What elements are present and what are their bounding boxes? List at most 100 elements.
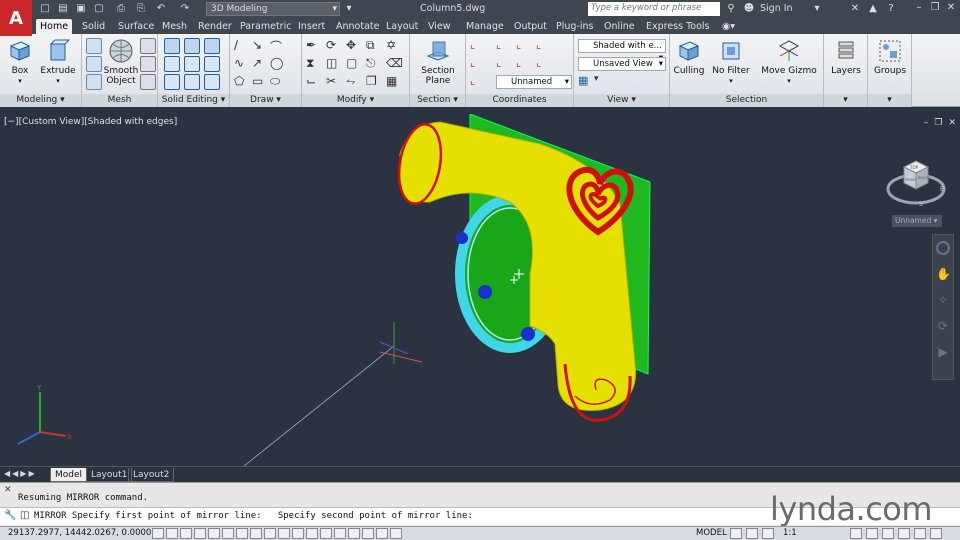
subtract-icon[interactable]	[184, 38, 200, 54]
clean-screen-icon[interactable]	[914, 528, 926, 539]
tab-output[interactable]: Output	[510, 19, 551, 34]
move-gizmo-button[interactable]: Move Gizmo ▾	[760, 38, 818, 86]
tab-manage[interactable]: Manage	[462, 19, 508, 34]
workspace-switch-toggle[interactable]	[376, 528, 388, 539]
mesh-refine-icon[interactable]	[140, 38, 156, 54]
steering-wheel-icon[interactable]	[936, 241, 950, 255]
quick-view-drawings-icon[interactable]	[746, 528, 758, 539]
viewcube[interactable]: TOP FRONT RIGHT E S	[886, 151, 946, 211]
workspace-settings-icon[interactable]	[850, 528, 862, 539]
3d-align-icon[interactable]: ⧉	[366, 38, 382, 54]
tab-mesh[interactable]: Mesh	[158, 19, 191, 34]
mesh-box-icon[interactable]	[86, 38, 102, 54]
tab-scroll-arrows-icon[interactable]: ◀◀▶▶	[4, 469, 37, 478]
3d-object-snap-toggle[interactable]	[236, 528, 248, 539]
restore-icon[interactable]: ❐	[928, 1, 942, 15]
hardware-accel-icon[interactable]	[882, 528, 894, 539]
grid-display-toggle[interactable]	[180, 528, 192, 539]
offset-icon[interactable]: ⧗	[306, 56, 322, 72]
tab-solid[interactable]: Solid	[78, 19, 109, 34]
pan-icon[interactable]: ✋	[936, 267, 951, 281]
orbit-icon[interactable]: ⟳	[936, 319, 950, 333]
3d-move-icon[interactable]: ✥	[346, 38, 362, 54]
ucs-origin-icon[interactable]: ⌞	[516, 38, 532, 54]
tab-online[interactable]: Online	[600, 19, 639, 34]
annotation-scale[interactable]: 1:1	[783, 528, 797, 538]
panel-label-section[interactable]: Section ▾	[410, 94, 465, 107]
print-icon[interactable]: ⎘	[134, 2, 148, 16]
showmotion-icon[interactable]: ▶	[936, 345, 950, 359]
array-icon[interactable]: ▦	[386, 74, 402, 90]
explode-icon[interactable]: ✒	[306, 38, 322, 54]
tab-layout2[interactable]: Layout2	[128, 468, 175, 482]
search-icon[interactable]: ⚲	[724, 2, 738, 16]
arc-icon[interactable]: ⌒	[270, 38, 286, 54]
tab-render[interactable]: Render	[194, 19, 236, 34]
tab-layout[interactable]: Layout	[382, 19, 422, 34]
mesh-crease-icon[interactable]	[140, 56, 156, 72]
user-icon[interactable]: ☻	[742, 2, 756, 16]
ucs-icon[interactable]: ⌞	[470, 38, 486, 54]
visual-style-dropdown[interactable]: Shaded with e...▾	[578, 39, 666, 63]
section-plane-button[interactable]: Section Plane	[416, 38, 460, 86]
infer-constraints-toggle[interactable]	[152, 528, 164, 539]
ucs-follow-toggle[interactable]	[362, 528, 374, 539]
ucs-3point-icon[interactable]: ⌞	[496, 56, 512, 72]
app-menu-button[interactable]: A	[0, 0, 32, 36]
drawing-viewport[interactable]: [−][Custom View][Shaded with edges] – ❐ …	[0, 114, 960, 466]
trim-icon[interactable]: ✂	[326, 74, 342, 90]
sign-in-link[interactable]: Sign In	[760, 3, 793, 14]
minimize-icon[interactable]: –	[912, 1, 926, 15]
3d-rotate-icon[interactable]: ⟳	[326, 38, 342, 54]
polar-tracking-toggle[interactable]	[208, 528, 220, 539]
circle-icon[interactable]: ◯	[270, 56, 286, 72]
viewports-icon[interactable]: ▦	[578, 74, 594, 90]
box-button[interactable]: Box ▾	[0, 38, 40, 86]
ucs-world-icon[interactable]: ⌞	[496, 38, 512, 54]
panel-label-selection[interactable]: Selection	[670, 94, 823, 107]
polygon-icon[interactable]: ⬠	[234, 74, 250, 90]
polyline-icon[interactable]: ↘	[252, 38, 268, 54]
layout-view-icon[interactable]	[730, 528, 742, 539]
dynamic-ucs-toggle[interactable]	[264, 528, 276, 539]
panel-label-view[interactable]: View ▾	[574, 94, 669, 107]
tab-annotate[interactable]: Annotate	[332, 19, 383, 34]
transparency-toggle[interactable]	[306, 528, 318, 539]
ribbon-minimize-icon[interactable]: ◉▾	[718, 19, 739, 34]
mesh-split-icon[interactable]	[140, 74, 156, 90]
command-close-icon[interactable]: ✕	[4, 485, 12, 495]
annotation-monitor-toggle[interactable]	[348, 528, 360, 539]
thicken-icon[interactable]	[184, 74, 200, 90]
erase-icon[interactable]: ⌫	[386, 56, 403, 72]
separate-icon[interactable]	[204, 56, 220, 72]
tab-layout1[interactable]: Layout1	[86, 468, 133, 482]
save-icon[interactable]: ▣	[74, 2, 88, 16]
lock-icon[interactable]	[866, 528, 878, 539]
plot-icon[interactable]: ⎙	[114, 2, 128, 16]
mirror-3d-icon[interactable]: ◫	[326, 56, 342, 72]
customization-icon[interactable]	[930, 528, 942, 539]
redo-icon[interactable]: ↷	[178, 2, 192, 16]
object-snap-tracking-toggle[interactable]	[250, 528, 262, 539]
panel-label-coordinates[interactable]: Coordinates	[466, 94, 573, 107]
ucs-zaxis-icon[interactable]: ⌞	[536, 38, 552, 54]
dynamic-input-toggle[interactable]	[278, 528, 290, 539]
model-space-toggle[interactable]: MODEL	[696, 528, 727, 538]
panel-label-layers[interactable]: ▾	[824, 94, 867, 107]
tab-view[interactable]: View	[424, 19, 455, 34]
no-filter-button[interactable]: No Filter ▾	[710, 38, 752, 86]
slice-icon[interactable]	[164, 74, 180, 90]
mesh-cylinder-icon[interactable]	[86, 56, 102, 72]
snap-mode-toggle[interactable]	[166, 528, 178, 539]
ucs-view-icon[interactable]: ⌞	[536, 56, 552, 72]
smooth-object-button[interactable]: Smooth Object	[102, 38, 140, 86]
ucs-menu-dropdown[interactable]: Unnamed ▾	[892, 215, 942, 227]
align-icon[interactable]: ⥊	[346, 74, 362, 90]
tab-insert[interactable]: Insert	[294, 19, 329, 34]
selection-cycling-toggle[interactable]	[334, 528, 346, 539]
layers-button[interactable]: Layers	[826, 38, 866, 76]
search-input[interactable]: Type a keyword or phrase	[588, 2, 720, 16]
isolate-toggle[interactable]	[390, 528, 402, 539]
imprint-icon[interactable]	[204, 74, 220, 90]
rectangle-icon[interactable]: ▭	[252, 74, 268, 90]
